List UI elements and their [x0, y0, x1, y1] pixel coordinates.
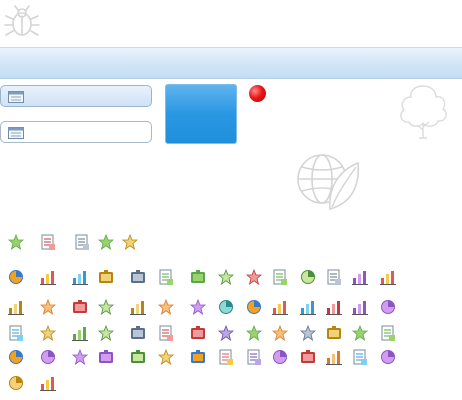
document-chart-icon[interactable]	[40, 325, 56, 341]
smiley-icon[interactable]	[272, 269, 288, 285]
calendar-list-button[interactable]	[0, 85, 152, 107]
database-icon[interactable]	[72, 299, 88, 315]
icon-row	[0, 234, 462, 250]
weather-icon[interactable]	[246, 299, 262, 315]
tree-icon	[392, 80, 454, 142]
gear-document-icon[interactable]	[130, 349, 146, 365]
calendar-list-input[interactable]	[0, 121, 152, 143]
calendar-list-icon	[8, 126, 24, 139]
form-edit-icon[interactable]	[246, 325, 262, 341]
report-icon[interactable]	[74, 234, 90, 250]
tools-icon[interactable]	[40, 269, 56, 285]
bug-icon	[2, 4, 42, 38]
duck-icon[interactable]	[190, 299, 206, 315]
icon-row	[0, 375, 462, 391]
yen-icon[interactable]	[130, 325, 146, 341]
notepad-icon[interactable]	[300, 269, 316, 285]
bar-chart-icon[interactable]	[40, 299, 56, 315]
id-card-icon[interactable]	[218, 299, 234, 315]
help-icon[interactable]	[72, 349, 88, 365]
document-arrow-icon[interactable]	[158, 349, 174, 365]
clipboard-icon[interactable]	[272, 325, 288, 341]
picture-icon[interactable]	[380, 299, 396, 315]
folder-open-icon[interactable]	[352, 349, 368, 365]
drops-icon[interactable]	[272, 299, 288, 315]
trees-icon[interactable]	[326, 299, 342, 315]
document-chart-icon[interactable]	[122, 234, 138, 250]
person-card-icon[interactable]	[158, 325, 174, 341]
upload-icon[interactable]	[380, 325, 396, 341]
icon-row	[0, 269, 462, 285]
flask-icon[interactable]	[300, 299, 316, 315]
calendar-list-icon	[8, 90, 24, 103]
list-document-icon[interactable]	[98, 349, 114, 365]
status-dot	[249, 85, 266, 102]
edit-document-icon[interactable]	[190, 349, 206, 365]
clover-icon[interactable]	[158, 269, 174, 285]
resize-icon[interactable]	[246, 349, 262, 365]
ribbon-icon[interactable]	[326, 269, 342, 285]
toolbar	[0, 47, 462, 79]
document-icon[interactable]	[190, 325, 206, 341]
icon-row	[0, 349, 462, 365]
document-search-icon[interactable]	[72, 325, 88, 341]
globe-leaf-icon	[292, 149, 362, 215]
books-icon[interactable]	[72, 269, 88, 285]
users-icon[interactable]	[8, 299, 24, 315]
palette-icon[interactable]	[8, 269, 24, 285]
computer-icon[interactable]	[300, 349, 316, 365]
briefcase-icon[interactable]	[300, 325, 316, 341]
share-icon[interactable]	[40, 375, 56, 391]
package-icon[interactable]	[380, 349, 396, 365]
checklist-icon[interactable]	[218, 325, 234, 341]
paw-icon[interactable]	[130, 269, 146, 285]
medical-kit-icon[interactable]	[40, 234, 56, 250]
mountain-chart-icon[interactable]	[246, 269, 262, 285]
monitor-icon[interactable]	[8, 349, 24, 365]
database-document-icon[interactable]	[8, 375, 24, 391]
list-lines-icon[interactable]	[352, 269, 368, 285]
blue-tile[interactable]	[165, 84, 237, 144]
fax-icon[interactable]	[190, 269, 206, 285]
bar-chart-icon[interactable]	[352, 325, 368, 341]
table-chart-icon[interactable]	[218, 349, 234, 365]
open-folder-icon[interactable]	[8, 325, 24, 341]
plant-icon[interactable]	[130, 299, 146, 315]
refresh-icon[interactable]	[272, 349, 288, 365]
copy-icon[interactable]	[98, 325, 114, 341]
bar-chart-icon[interactable]	[8, 234, 24, 250]
chip-icon[interactable]	[218, 269, 234, 285]
network-icon[interactable]	[40, 349, 56, 365]
calendar-icon[interactable]	[326, 325, 342, 341]
icon-row	[0, 325, 462, 341]
icon-row	[0, 299, 462, 315]
waveform-icon[interactable]	[98, 269, 114, 285]
pie-chart-icon[interactable]	[98, 234, 114, 250]
heart-plus-icon[interactable]	[352, 299, 368, 315]
house-icon[interactable]	[380, 269, 396, 285]
document-tablet-icon[interactable]	[326, 349, 342, 365]
histogram-icon[interactable]	[158, 299, 174, 315]
edit-icon[interactable]	[98, 299, 114, 315]
